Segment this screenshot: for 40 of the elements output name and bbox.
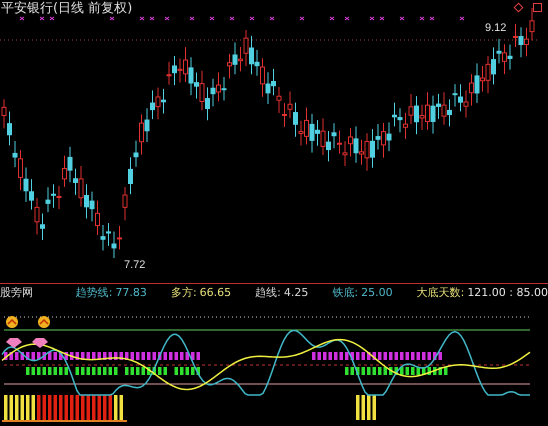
cross-marker <box>230 16 234 20</box>
cross-marker <box>140 16 144 20</box>
cross-marker <box>430 16 434 20</box>
cross-marker <box>110 16 114 20</box>
indicator-value: 4.25 <box>284 284 308 300</box>
cross-marker <box>330 16 334 20</box>
cross-marker <box>150 16 154 20</box>
up-caret-badge-icon <box>6 316 18 328</box>
indicator-name: 股旁网 <box>0 284 34 300</box>
indicator-value: 77.83 <box>115 284 147 300</box>
cross-marker <box>270 16 274 20</box>
cross-marker <box>20 16 24 20</box>
cross-marker <box>300 16 304 20</box>
cross-marker <box>190 16 194 20</box>
cross-marker <box>250 16 254 20</box>
indicator-value: 121.00 : 85.00 <box>467 284 548 300</box>
indicator-label: 趋势线: <box>76 284 112 300</box>
square-icon <box>533 3 542 12</box>
low-price-label: 7.72 <box>124 258 146 273</box>
cross-marker <box>344 16 350 20</box>
cross-marker <box>460 16 464 20</box>
cross-marker <box>164 16 170 20</box>
indicator-label: 多方: <box>170 284 197 300</box>
chart-title: 平安银行(日线 前复权) <box>1 1 132 17</box>
cross-marker <box>420 16 424 20</box>
gem-icon <box>32 338 48 348</box>
cross-marker <box>210 16 214 20</box>
cross-marker <box>370 16 374 20</box>
indicator-label: 趋线: <box>255 284 281 300</box>
up-caret-badge-icon <box>38 316 50 328</box>
gem-icon <box>6 338 22 348</box>
indicator-value: 25.00 <box>361 284 393 300</box>
indicator-value: 66.65 <box>200 284 232 300</box>
cross-marker <box>400 16 404 20</box>
indicator-label: 铁底: <box>332 284 358 300</box>
indicator-label: 大底天数: <box>416 284 464 300</box>
cross-marker <box>50 16 54 20</box>
cross-marker <box>380 16 384 20</box>
cross-marker <box>40 16 44 20</box>
high-price-label: 9.12 <box>485 21 506 36</box>
